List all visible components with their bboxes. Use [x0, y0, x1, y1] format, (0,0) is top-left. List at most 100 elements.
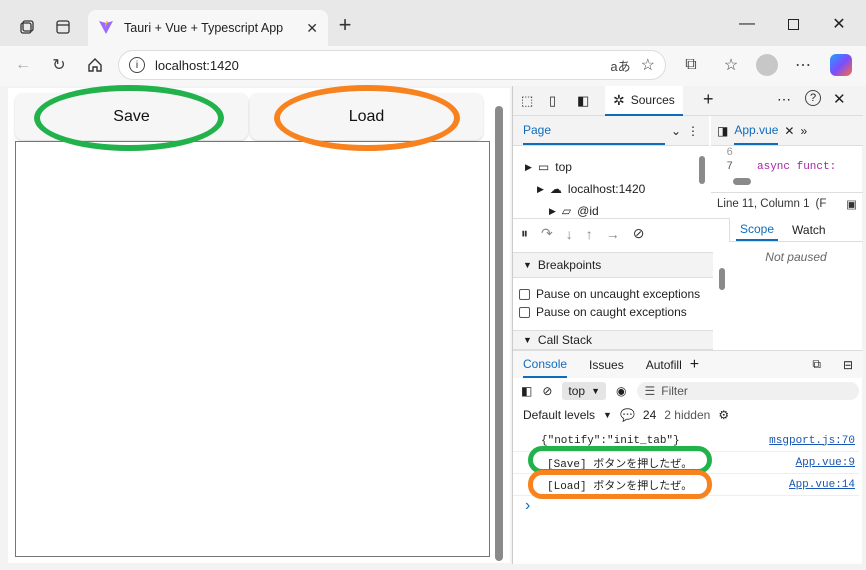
code-hscrollbar[interactable]	[733, 178, 751, 185]
favorite-star-icon[interactable]: ☆	[641, 55, 655, 75]
navigator-more-icon[interactable]: ⋮	[687, 124, 699, 138]
context-selector[interactable]: top ▼	[562, 382, 607, 400]
toggle-navigator-icon[interactable]: ◨	[717, 124, 728, 138]
vite-logo-icon	[98, 19, 114, 38]
copilot-icon[interactable]	[830, 54, 852, 76]
code-line: async funct:	[757, 161, 837, 173]
tree-item-top[interactable]: ▶ ▭ top	[525, 156, 700, 178]
favorites-icon[interactable]: ☆	[716, 50, 746, 80]
site-info-icon[interactable]: i	[129, 57, 145, 73]
coverage-icon[interactable]: ▣	[846, 197, 857, 211]
tab-issues[interactable]: Issues	[589, 358, 624, 372]
tab-actions-icon[interactable]	[47, 11, 79, 43]
hidden-count: 2 hidden	[664, 408, 711, 422]
devtools-more-icon[interactable]: ⋯	[777, 91, 791, 108]
dock-console-icon[interactable]: ⧉	[812, 357, 821, 372]
tree-label: localhost:1420	[567, 182, 646, 196]
levels-bar: Default levels ▼ 💬 24 2 hidden ⚙	[523, 404, 853, 426]
bug-icon: ✲	[613, 91, 625, 108]
console-prompt[interactable]: ›	[513, 496, 859, 516]
tab-sources[interactable]: ✲ Sources	[605, 86, 683, 116]
extensions-icon[interactable]: ⧉	[676, 50, 706, 80]
add-panel-icon[interactable]: +	[703, 89, 714, 110]
address-bar[interactable]: i localhost:1420 aあ ☆	[118, 50, 666, 80]
close-file-icon[interactable]: ✕	[784, 124, 794, 138]
filter-input[interactable]: ☰ Filter	[636, 382, 859, 400]
tab-page[interactable]: Page	[523, 117, 665, 145]
message-count: 24	[642, 408, 657, 422]
tab-app-vue[interactable]: App.vue	[734, 117, 779, 145]
tab-autofill[interactable]: Autofill	[646, 358, 682, 372]
home-icon[interactable]	[80, 50, 110, 80]
deactivate-breakpoints-icon[interactable]: ⊘	[633, 225, 645, 242]
text-editor-area[interactable]	[15, 141, 490, 557]
tab-watch[interactable]: Watch	[792, 223, 826, 237]
default-levels-dropdown[interactable]: Default levels	[523, 408, 595, 422]
chevron-down-icon[interactable]: ⌄	[671, 124, 681, 138]
log-source-link[interactable]: msgport.js:70	[769, 435, 855, 447]
breakpoints-header[interactable]: ▼ Breakpoints	[513, 252, 713, 278]
read-aloud-icon[interactable]: aあ	[610, 56, 630, 75]
inspect-icon[interactable]: ⬚	[521, 93, 533, 109]
debugger-scrollbar[interactable]	[719, 268, 725, 290]
code-editor[interactable]: 6 7 async funct:	[711, 146, 863, 182]
url-text: localhost:1420	[155, 57, 239, 73]
more-menu-icon[interactable]: ⋯	[788, 50, 818, 80]
dock-icon[interactable]: ◧	[577, 93, 589, 109]
checkbox[interactable]	[519, 306, 530, 318]
step-out-icon[interactable]: ↑	[586, 226, 593, 242]
editor-status-bar: Line 11, Column 1 (F ▣	[711, 192, 863, 214]
cloud-icon: ☁	[549, 182, 562, 196]
step-icon[interactable]: →	[606, 226, 620, 242]
log-source-link[interactable]: App.vue:9	[796, 457, 855, 469]
option-label: Pause on uncaught exceptions	[536, 287, 701, 301]
pause-uncaught-option[interactable]: Pause on uncaught exceptions	[519, 286, 700, 302]
filter-placeholder: Filter	[661, 384, 688, 398]
log-source-link[interactable]: App.vue:14	[789, 479, 855, 491]
filter-icon: ☰	[644, 384, 656, 398]
console-settings-gear-icon[interactable]: ⚙	[718, 408, 729, 422]
profile-avatar[interactable]	[756, 54, 778, 76]
page-scrollbar[interactable]	[495, 106, 503, 561]
cursor-position: Line 11, Column 1	[717, 197, 810, 210]
close-drawer-icon[interactable]: ⊟	[843, 358, 853, 372]
step-over-icon[interactable]: ↷	[541, 225, 553, 242]
help-icon[interactable]: ?	[805, 90, 821, 106]
refresh-icon[interactable]: ↻	[44, 50, 74, 80]
checkbox[interactable]	[519, 288, 530, 300]
close-devtools-icon[interactable]: ✕	[833, 90, 846, 108]
close-window-button[interactable]: ✕	[816, 8, 862, 40]
devtools-toolbar: ⬚ ▯ ◧ ✲ Sources + ⋯ ? ✕	[513, 86, 863, 116]
line-number: 7	[726, 161, 733, 173]
caret-down-icon[interactable]: ▼	[603, 410, 612, 420]
callstack-header[interactable]: ▼ Call Stack	[513, 330, 713, 350]
clear-console-icon[interactable]: ⊘	[542, 384, 552, 398]
minimize-button[interactable]: —	[724, 8, 770, 40]
tree-scrollbar[interactable]	[699, 156, 705, 184]
callstack-title: Call Stack	[537, 333, 592, 347]
tree-item-host[interactable]: ▶ ☁ localhost:1420	[525, 178, 700, 200]
close-tab-icon[interactable]: ✕	[306, 20, 318, 37]
new-tab-button[interactable]: +	[334, 14, 356, 36]
cursor-extra: (F	[815, 197, 827, 210]
log-text: {"notify":"init_tab"}	[541, 434, 680, 447]
add-tab-icon[interactable]: +	[690, 356, 699, 374]
tab-scope[interactable]: Scope	[736, 219, 779, 241]
context-label: top	[568, 384, 586, 398]
navigator-header: Page ⌄ ⋮	[513, 116, 709, 146]
line-number: 6	[726, 147, 733, 159]
live-expression-eye-icon[interactable]: ◉	[616, 384, 626, 398]
maximize-button[interactable]	[770, 8, 816, 40]
tab-console[interactable]: Console	[523, 352, 568, 378]
pause-icon[interactable]: ⏸	[521, 225, 528, 242]
step-into-icon[interactable]: ↓	[566, 226, 573, 242]
browser-tab[interactable]: Tauri + Vue + Typescript App ✕	[88, 10, 328, 46]
save-annotation-ring	[34, 85, 224, 151]
workspaces-icon[interactable]	[11, 11, 43, 43]
back-icon[interactable]: ←	[8, 50, 38, 80]
more-tabs-icon[interactable]: »	[800, 124, 807, 138]
device-toggle-icon[interactable]: ▯	[549, 93, 556, 109]
sidebar-toggle-icon[interactable]: ◧	[521, 384, 532, 398]
pause-caught-option[interactable]: Pause on caught exceptions	[519, 304, 687, 320]
sources-tab-label: Sources	[630, 93, 675, 107]
